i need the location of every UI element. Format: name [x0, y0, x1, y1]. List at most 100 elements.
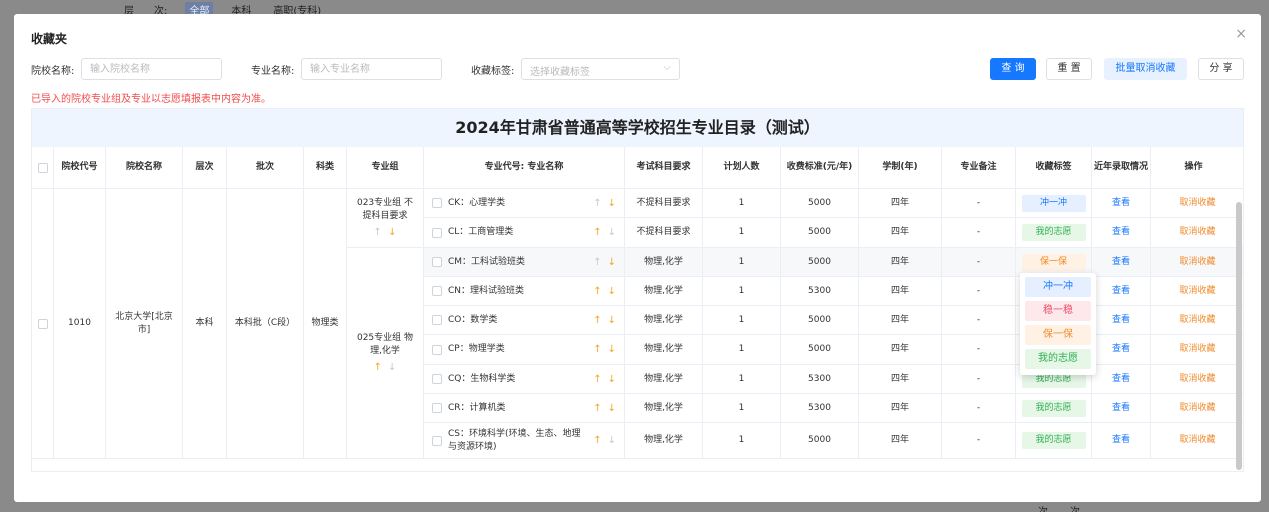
cancel-favorite-link[interactable]: 取消收藏 [1179, 285, 1215, 298]
checkbox-icon[interactable] [432, 286, 442, 296]
cell-op: 取消收藏 [1151, 365, 1243, 394]
cell-fee: 5000 [781, 248, 859, 277]
arrow-up-icon[interactable]: ↑ [593, 286, 601, 297]
checkbox-icon[interactable] [432, 344, 442, 355]
checkbox-icon[interactable] [432, 257, 442, 267]
checkbox-icon[interactable] [432, 198, 442, 208]
cancel-favorite-link[interactable]: 取消收藏 [1179, 434, 1215, 447]
arrow-up-icon[interactable]: ↑ [593, 344, 601, 355]
cancel-favorite-link[interactable]: 取消收藏 [1179, 197, 1215, 210]
cell-major: CM：工科试验班类 ↑ ↓ [424, 248, 625, 277]
major-name: CL：工商管理类 [448, 227, 514, 237]
arrow-down-icon[interactable]: ↓ [608, 403, 616, 414]
major-name-input[interactable] [301, 58, 442, 80]
cell-years: 四年 [859, 335, 942, 365]
query-button[interactable]: 查 询 [990, 58, 1036, 80]
share-button[interactable]: 分 享 [1198, 58, 1244, 80]
arrow-up-icon[interactable]: ↑ [593, 374, 601, 385]
checkbox-icon[interactable] [432, 315, 442, 325]
view-history-link[interactable]: 查看 [1112, 256, 1130, 269]
checkbox-icon[interactable] [432, 374, 442, 384]
header-school-name: 院校名称 [106, 147, 183, 188]
close-icon[interactable]: × [1235, 26, 1247, 42]
background-bottom-text-1: 次 [1038, 503, 1048, 512]
cancel-favorite-link[interactable]: 取消收藏 [1179, 402, 1215, 415]
table-header: 院校代号 院校名称 层次 批次 科类 专业组 专业代号: 专业名称 考试科目要求… [32, 147, 1243, 189]
major-name: CP：物理学类 [448, 344, 505, 354]
cell-view: 查看 [1092, 423, 1151, 459]
row-select-checkbox[interactable] [32, 189, 54, 459]
view-history-link[interactable]: 查看 [1112, 285, 1130, 298]
cancel-favorite-link[interactable]: 取消收藏 [1179, 373, 1215, 386]
cancel-favorite-link[interactable]: 取消收藏 [1179, 314, 1215, 327]
cell-subject: 物理,化学 [625, 394, 703, 423]
tag-option-zhiyuan[interactable]: 我的志愿 [1025, 349, 1091, 369]
checkbox-icon[interactable] [432, 403, 442, 413]
cell-remark: - [942, 248, 1016, 277]
favorite-tag-label: 收藏标签: [471, 66, 515, 77]
cell-fee: 5000 [781, 423, 859, 459]
header-history: 近年录取情况 [1092, 147, 1151, 188]
arrow-down-icon[interactable]: ↓ [608, 257, 616, 268]
table-scrollbar[interactable] [1236, 202, 1242, 470]
view-history-link[interactable]: 查看 [1112, 197, 1130, 210]
arrow-down-icon[interactable]: ↓ [608, 344, 616, 355]
arrow-up-icon[interactable]: ↑ [373, 227, 381, 238]
favorite-tag-badge[interactable]: 我的志愿 [1021, 399, 1086, 417]
arrow-up-icon[interactable]: ↑ [593, 435, 601, 446]
view-history-link[interactable]: 查看 [1112, 314, 1130, 327]
cell-major: CR：计算机类 ↑ ↓ [424, 394, 625, 423]
batch-cancel-button[interactable]: 批量取消收藏 [1104, 58, 1187, 80]
cell-tag: 冲一冲 [1016, 189, 1092, 218]
tag-option-bao[interactable]: 保一保 [1025, 325, 1091, 345]
cell-op: 取消收藏 [1151, 335, 1243, 365]
view-history-link[interactable]: 查看 [1112, 402, 1130, 415]
view-history-link[interactable]: 查看 [1112, 373, 1130, 386]
checkbox-icon[interactable] [37, 162, 48, 173]
cancel-favorite-link[interactable]: 取消收藏 [1179, 226, 1215, 239]
cell-remark: - [942, 423, 1016, 459]
favorite-tag-badge[interactable]: 冲一冲 [1021, 194, 1086, 212]
arrow-down-icon[interactable]: ↓ [608, 435, 616, 446]
header-select-all[interactable] [32, 147, 54, 188]
header-subject: 考试科目要求 [625, 147, 703, 188]
major-name-label: 专业名称: [251, 66, 295, 77]
arrow-down-icon[interactable]: ↓ [608, 374, 616, 385]
major-name: CK：心理学类 [448, 197, 506, 208]
tag-option-wen[interactable]: 稳一稳 [1025, 301, 1091, 321]
arrow-up-icon[interactable]: ↑ [593, 403, 601, 414]
header-category: 科类 [304, 147, 347, 188]
major-name: CQ：生物科学类 [448, 373, 516, 384]
checkbox-icon[interactable] [37, 318, 48, 329]
school-name-input[interactable] [81, 58, 222, 80]
arrow-down-icon[interactable]: ↓ [608, 227, 616, 238]
arrow-down-icon[interactable]: ↓ [608, 198, 616, 209]
tag-option-chong[interactable]: 冲一冲 [1025, 277, 1091, 297]
reset-button[interactable]: 重 置 [1046, 58, 1092, 80]
favorite-tag-badge[interactable]: 我的志愿 [1021, 432, 1086, 449]
arrow-down-icon[interactable]: ↓ [388, 362, 396, 373]
cell-op: 取消收藏 [1151, 218, 1243, 248]
cell-remark: - [942, 365, 1016, 394]
view-history-link[interactable]: 查看 [1112, 434, 1130, 447]
cancel-favorite-link[interactable]: 取消收藏 [1179, 343, 1215, 356]
import-notice: 已导入的院校专业组及专业以志愿填报表中内容为准。 [31, 94, 271, 105]
arrow-down-icon[interactable]: ↓ [608, 315, 616, 326]
arrow-up-icon[interactable]: ↑ [374, 362, 382, 373]
view-history-link[interactable]: 查看 [1112, 226, 1130, 239]
checkbox-icon[interactable] [432, 227, 442, 238]
arrow-down-icon[interactable]: ↓ [388, 227, 396, 238]
arrow-up-icon[interactable]: ↑ [593, 315, 601, 326]
arrow-down-icon[interactable]: ↓ [608, 286, 616, 297]
favorite-tag-select[interactable]: 选择收藏标签 ⌵ [521, 58, 680, 80]
cell-view: 查看 [1092, 306, 1151, 335]
cell-remark: - [942, 218, 1016, 248]
view-history-link[interactable]: 查看 [1112, 343, 1130, 356]
favorite-tag-badge[interactable]: 我的志愿 [1021, 224, 1086, 241]
favorite-tag-badge[interactable]: 保一保 [1021, 253, 1086, 271]
checkbox-icon[interactable] [432, 435, 442, 446]
arrow-up-icon[interactable]: ↑ [593, 257, 601, 268]
arrow-up-icon[interactable]: ↑ [593, 198, 601, 209]
cancel-favorite-link[interactable]: 取消收藏 [1179, 256, 1215, 269]
arrow-up-icon[interactable]: ↑ [593, 227, 601, 238]
